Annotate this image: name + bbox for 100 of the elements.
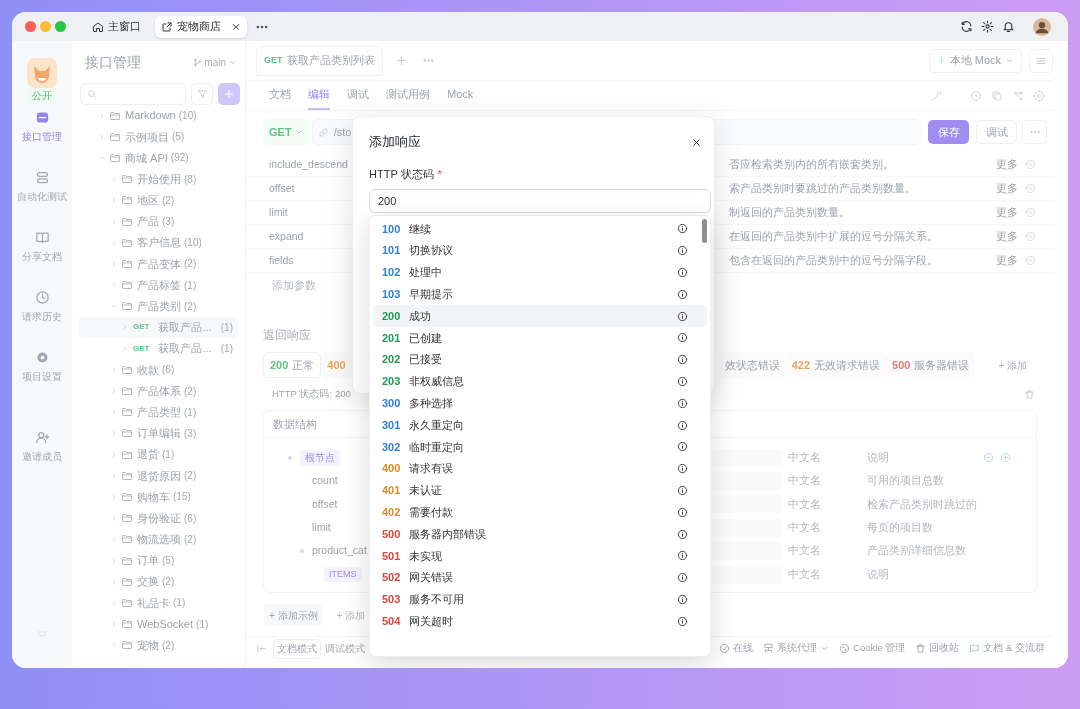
- chevron-right-icon[interactable]: [110, 429, 118, 438]
- status-option[interactable]: 500 服务器内部错误: [373, 523, 707, 545]
- settings-icon[interactable]: [981, 20, 994, 33]
- bell-icon[interactable]: [1002, 20, 1015, 33]
- status-bar-item[interactable]: 文档 & 交流群: [969, 641, 1045, 656]
- info-icon[interactable]: [677, 593, 688, 605]
- description-field[interactable]: 产品类别详细信息数: [867, 543, 983, 560]
- chevron-right-icon[interactable]: [110, 408, 118, 417]
- chevron-right-icon[interactable]: [110, 577, 118, 586]
- tree-item-label[interactable]: 礼品卡: [137, 594, 170, 612]
- window-minimize-button[interactable]: [40, 21, 51, 32]
- status-option[interactable]: 200 成功: [373, 305, 707, 327]
- tree-item-label[interactable]: 退货原因: [137, 467, 181, 485]
- status-bar-item[interactable]: 系统代理: [763, 641, 830, 656]
- response-tab[interactable]: 422 无效请求错误: [785, 352, 887, 378]
- info-icon[interactable]: [677, 332, 688, 344]
- scrollbar-thumb[interactable]: [702, 219, 707, 243]
- ring-icon[interactable]: [1033, 90, 1045, 102]
- chevron-right-icon[interactable]: [110, 281, 118, 290]
- add-param-field[interactable]: 添加参数: [272, 276, 316, 294]
- chevron-right-icon[interactable]: [110, 535, 118, 544]
- chevron-right-icon[interactable]: [110, 238, 118, 247]
- tree-row[interactable]: 产品变体 (2): [78, 253, 239, 275]
- response-tab[interactable]: 200 正常: [263, 352, 322, 378]
- info-icon[interactable]: [677, 419, 688, 431]
- chevron-right-icon[interactable]: [110, 598, 118, 607]
- chevron-right-icon[interactable]: [110, 175, 118, 184]
- tree-item-label[interactable]: 产品类型: [137, 403, 181, 421]
- tree-row[interactable]: 客户信息 (10): [78, 232, 239, 254]
- info-icon[interactable]: [677, 506, 688, 518]
- chevron-right-icon[interactable]: [110, 450, 118, 459]
- nav-item[interactable]: 项目设置: [14, 348, 70, 386]
- tree-row[interactable]: GET 获取产品... (1): [78, 338, 239, 360]
- info-icon[interactable]: [677, 375, 688, 387]
- chinese-name-field[interactable]: 中文名: [788, 520, 867, 536]
- tree-row[interactable]: GET 获取产品... (1): [78, 316, 239, 339]
- chevron-right-icon[interactable]: [98, 111, 106, 120]
- status-option[interactable]: 302 临时重定向: [373, 435, 707, 458]
- chevron-right-icon[interactable]: [110, 387, 118, 396]
- status-option[interactable]: 503 服务不可用: [373, 588, 707, 611]
- nav-item[interactable]: 请求历史: [14, 288, 70, 326]
- tree-row[interactable]: Markdown (10): [78, 105, 239, 127]
- info-icon[interactable]: [677, 354, 688, 366]
- nav-item[interactable]: 邀请成员: [14, 428, 70, 466]
- tree-row[interactable]: 退货原因 (2): [78, 465, 239, 487]
- chevron-right-icon[interactable]: [110, 217, 118, 226]
- more-link[interactable]: 更多: [996, 204, 1018, 221]
- environment-selector[interactable]: 本地 Mock: [928, 48, 1022, 73]
- tree-row[interactable]: 产品标签 (1): [78, 274, 239, 296]
- refresh-icon[interactable]: [960, 20, 973, 33]
- tree-item-label[interactable]: 产品: [137, 213, 159, 230]
- status-option[interactable]: 402 需要付款: [373, 501, 707, 524]
- tree-item-label[interactable]: 购物车: [137, 488, 170, 506]
- tree-item-label[interactable]: 收款: [137, 361, 159, 379]
- info-icon[interactable]: [677, 245, 688, 257]
- sub-tab[interactable]: Mock: [447, 85, 474, 110]
- tree-row[interactable]: 交换 (2): [78, 571, 239, 593]
- chevron-right-icon[interactable]: [110, 641, 118, 650]
- tree-item-label[interactable]: 开始使用: [137, 170, 181, 188]
- request-tab[interactable]: GET 获取产品类别列表: [256, 45, 383, 76]
- info-icon[interactable]: [677, 528, 688, 540]
- remove-icon[interactable]: [1025, 159, 1036, 170]
- info-icon[interactable]: [677, 397, 688, 409]
- tree-row[interactable]: 产品类别 (2): [78, 295, 239, 317]
- add-button[interactable]: + 添加: [331, 604, 371, 627]
- window-tab[interactable]: 宠物商店: [155, 15, 247, 38]
- tree-row[interactable]: 身份验证 (6): [78, 507, 239, 529]
- status-option[interactable]: 301 永久重定向: [373, 414, 707, 436]
- chevron-right-icon[interactable]: [110, 514, 118, 523]
- add-example-button[interactable]: + 添加示例: [264, 604, 323, 627]
- more-link[interactable]: 更多: [996, 228, 1018, 245]
- tree-row[interactable]: 购物车 (15): [78, 486, 239, 508]
- remove-icon[interactable]: [983, 452, 994, 464]
- tree-item-label[interactable]: 商城 API: [125, 149, 168, 167]
- fox-icon[interactable]: [27, 58, 57, 88]
- mode-tab[interactable]: 调试模式: [325, 638, 365, 659]
- add-response-link[interactable]: + 添加: [998, 357, 1027, 373]
- status-bar-item[interactable]: Cookie 管理: [839, 641, 906, 656]
- info-icon[interactable]: [677, 572, 688, 584]
- collapse-icon[interactable]: [256, 643, 267, 654]
- status-bar-item[interactable]: 回收站: [915, 641, 960, 656]
- status-option[interactable]: 300 多种选择: [373, 392, 707, 415]
- tree-row[interactable]: 物流选项 (2): [78, 528, 239, 550]
- tree-item-label[interactable]: 产品变体: [137, 255, 181, 273]
- debug-button[interactable]: 调试: [976, 120, 1017, 144]
- delete-icon[interactable]: [1024, 388, 1035, 400]
- tree-item-label[interactable]: 宠物: [137, 637, 159, 654]
- tab-close-icon[interactable]: [231, 21, 241, 32]
- status-bar-item[interactable]: 在线: [719, 641, 754, 656]
- info-icon[interactable]: [677, 484, 688, 496]
- avatar-icon[interactable]: [1033, 17, 1051, 36]
- tree-row[interactable]: 示例项目 (5): [78, 126, 239, 148]
- status-option[interactable]: 401 未认证: [373, 479, 707, 502]
- tree-item-label[interactable]: 地区: [137, 192, 159, 209]
- more-link[interactable]: 更多: [996, 156, 1018, 173]
- tree-item-label[interactable]: 产品体系: [137, 382, 181, 400]
- tree-item-label[interactable]: 获取产品...: [158, 340, 212, 357]
- nav-item[interactable]: 自动化测试: [14, 168, 70, 206]
- info-icon[interactable]: [677, 550, 688, 562]
- info-icon[interactable]: [677, 463, 688, 475]
